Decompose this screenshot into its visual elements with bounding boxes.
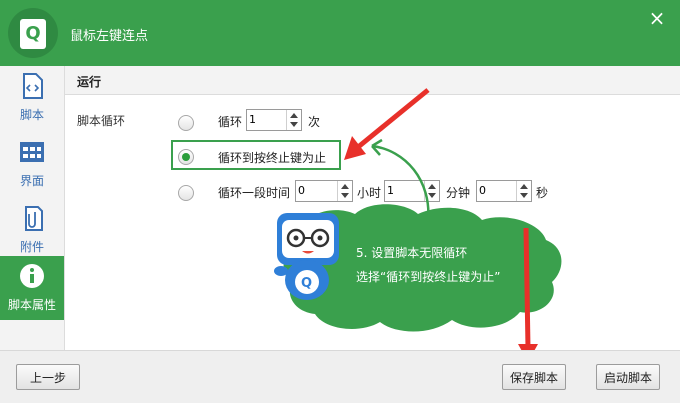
hours-stepper[interactable] xyxy=(295,180,353,202)
close-icon: × xyxy=(648,6,666,30)
seconds-input[interactable] xyxy=(479,182,509,198)
grid-icon xyxy=(20,142,44,162)
footer-bar: 上一步 保存脚本 启动脚本 xyxy=(0,350,680,403)
duration-label: 循环一段时间 xyxy=(218,186,291,200)
title-bar: Q 鼠标左键连点 × xyxy=(0,0,680,66)
properties-panel: 运行 脚本循环 循环 次 循环到按终止键为止 循环一段时间 小时 分钟 秒 xyxy=(65,66,680,350)
tip-instruction-text: 选择“循环到按终止键为止” xyxy=(356,270,501,284)
minutes-unit: 分钟 xyxy=(446,186,471,200)
sidebar-item-label: 脚本 xyxy=(19,108,44,122)
radio-duration[interactable] xyxy=(178,185,194,201)
loop-label: 脚本循环 xyxy=(77,114,126,128)
start-script-button[interactable]: 启动脚本 xyxy=(596,364,660,390)
hours-unit: 小时 xyxy=(357,186,382,200)
seconds-unit: 秒 xyxy=(536,186,549,200)
info-icon xyxy=(20,264,44,288)
minutes-input[interactable] xyxy=(387,182,417,198)
prev-step-button[interactable]: 上一步 xyxy=(16,364,80,390)
loop-count-unit: 次 xyxy=(308,115,321,129)
seconds-stepper[interactable] xyxy=(476,180,532,202)
loop-count-input[interactable] xyxy=(249,111,279,127)
sidebar-item-ui[interactable]: 界面 xyxy=(0,132,64,196)
sidebar-item-label: 脚本属性 xyxy=(7,298,56,312)
sidebar-item-script[interactable]: 脚本 xyxy=(0,66,64,130)
sidebar-item-properties[interactable]: 脚本属性 xyxy=(0,256,64,320)
minutes-stepper[interactable] xyxy=(384,180,440,202)
sidebar-item-attachment[interactable]: 附件 xyxy=(0,198,64,262)
section-title: 运行 xyxy=(77,75,102,89)
save-script-button[interactable]: 保存脚本 xyxy=(502,364,566,390)
section-header: 运行 xyxy=(65,66,680,95)
loop-count-label: 循环 xyxy=(218,115,243,129)
close-button[interactable]: × xyxy=(645,6,669,30)
radio-until-stop[interactable] xyxy=(178,149,194,165)
attachment-icon xyxy=(25,206,43,231)
app-logo: Q xyxy=(8,8,58,58)
sidebar: 脚本 界面 附件 脚本属性 xyxy=(0,66,65,350)
window-title: 鼠标左键连点 xyxy=(70,29,149,44)
until-stop-label: 循环到按终止键为止 xyxy=(218,151,327,165)
hours-input[interactable] xyxy=(298,182,328,198)
tip-step-text: 5. 设置脚本无限循环 xyxy=(356,246,468,260)
sidebar-item-label: 界面 xyxy=(19,174,44,188)
radio-loop-count[interactable] xyxy=(178,115,194,131)
loop-count-stepper[interactable] xyxy=(246,109,302,131)
sidebar-item-label: 附件 xyxy=(19,240,44,254)
code-file-icon xyxy=(23,73,43,99)
